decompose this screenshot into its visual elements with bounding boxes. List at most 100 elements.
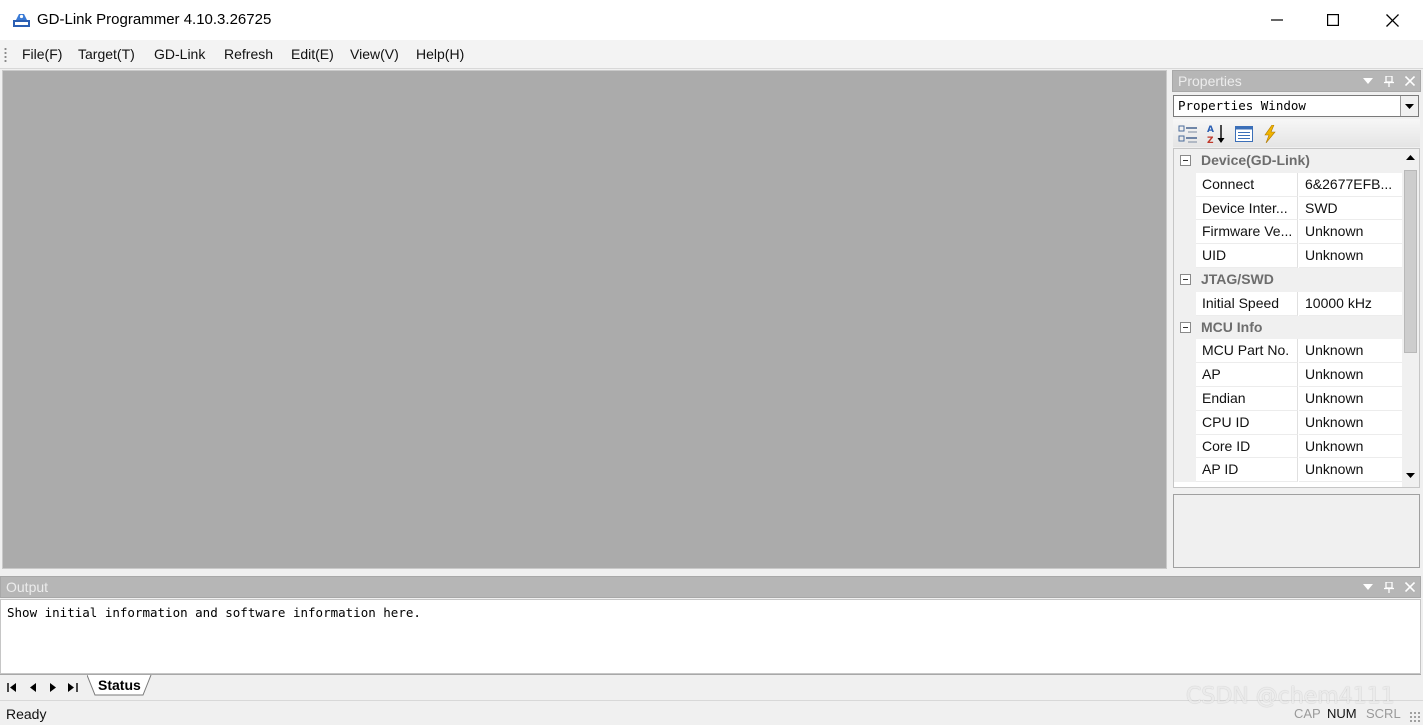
property-row[interactable]: CPU ID Unknown [1174,410,1402,435]
window-title: GD-Link Programmer 4.10.3.26725 [37,11,272,28]
output-menu-button[interactable] [1361,580,1375,594]
scroll-thumb[interactable] [1404,170,1417,353]
pin-button[interactable] [1382,74,1396,88]
property-row[interactable]: Endian Unknown [1174,386,1402,411]
collapse-icon[interactable] [1180,273,1191,285]
output-message: Show initial information and software in… [7,605,421,620]
dropdown-arrow-icon [1363,584,1373,590]
category-label: JTAG/SWD [1201,270,1274,287]
pin-icon [1384,581,1394,593]
output-text-area[interactable]: Show initial information and software in… [0,599,1421,674]
collapse-icon[interactable] [1180,155,1191,166]
menu-grip-handle[interactable] [4,47,7,62]
properties-header: Properties [1172,70,1421,92]
property-row[interactable]: AP Unknown [1174,363,1402,387]
selector-dropdown-button[interactable] [1400,96,1418,116]
property-row[interactable]: MCU Part No. Unknown [1174,339,1402,364]
row-gutter [1174,244,1196,268]
output-close-button[interactable] [1403,580,1417,594]
property-value[interactable]: Unknown [1299,387,1402,411]
property-value[interactable]: Unknown [1299,363,1402,387]
row-gutter [1174,196,1196,221]
svg-text:A: A [1207,125,1214,135]
menu-edit[interactable]: Edit(E) [289,45,336,64]
tab-status[interactable]: Status [87,674,153,696]
property-value[interactable]: Unknown [1299,458,1402,483]
property-value[interactable]: Unknown [1299,244,1402,268]
property-name: MCU Part No. [1196,339,1298,364]
csdn-watermark: CSDN @chem4111 [1186,684,1395,709]
properties-object-selector[interactable]: Properties Window [1173,95,1419,117]
property-value[interactable]: 6&2677EFB... [1299,173,1402,197]
property-category[interactable]: MCU Info [1174,315,1402,340]
next-icon [49,682,56,692]
property-row[interactable]: AP ID Unknown [1174,458,1402,483]
categorized-icon [1178,125,1197,143]
category-label: MCU Info [1201,318,1263,335]
dropdown-arrow-icon [1363,78,1373,84]
property-value[interactable]: 10000 kHz [1299,292,1402,316]
lightning-icon [1264,125,1276,143]
property-name: Endian [1196,386,1298,411]
property-value[interactable]: Unknown [1299,220,1402,245]
property-value[interactable]: SWD [1299,197,1402,221]
last-tab-button[interactable] [65,680,81,694]
menu-gd-link[interactable]: GD-Link [152,45,207,64]
property-name: Core ID [1196,434,1298,459]
property-grid: Device(GD-Link) Connect 6&2677EFB... Device… [1173,148,1420,488]
property-name: Firmware Ve... [1196,220,1298,245]
alphabetical-sort-icon: A Z [1207,125,1225,144]
minimize-button[interactable] [1248,0,1306,40]
menu-bar: File(F) Target(T) GD-Link Refresh Edit(E… [0,40,1423,69]
chevron-up-icon [1406,155,1415,160]
property-name: UID [1196,244,1298,268]
next-tab-button[interactable] [45,680,61,694]
output-header: Output [0,576,1421,598]
property-name: Connect [1196,172,1298,197]
property-pages-button[interactable] [1233,123,1255,145]
title-bar: GD-Link Programmer 4.10.3.26725 [0,0,1423,40]
property-category[interactable]: Device(GD-Link) [1174,149,1402,173]
categorized-button[interactable] [1177,123,1199,145]
menu-file[interactable]: File(F) [20,45,64,64]
close-button[interactable] [1363,0,1421,40]
first-tab-button[interactable] [4,680,20,694]
menu-view[interactable]: View(V) [348,45,401,64]
pane-close-button[interactable] [1403,74,1417,88]
output-title: Output [6,579,49,595]
menu-help[interactable]: Help(H) [414,45,466,64]
property-value[interactable]: Unknown [1299,339,1402,364]
maximize-icon [1327,14,1339,26]
close-icon [1405,582,1415,592]
property-name: Initial Speed [1196,291,1298,316]
events-button[interactable] [1259,123,1281,145]
close-icon [1405,76,1415,86]
property-name: CPU ID [1196,410,1298,435]
property-category[interactable]: JTAG/SWD [1174,267,1402,292]
property-value[interactable]: Unknown [1299,411,1402,435]
pane-menu-button[interactable] [1361,74,1375,88]
menu-target[interactable]: Target(T) [76,45,137,64]
property-row[interactable]: UID Unknown [1174,244,1402,268]
chevron-down-icon [1405,103,1414,109]
property-row[interactable]: Device Inter... SWD [1174,196,1402,221]
alphabetical-button[interactable]: A Z [1206,123,1228,145]
last-icon [68,682,78,692]
collapse-icon[interactable] [1180,321,1191,333]
scroll-down-button[interactable] [1402,467,1419,484]
property-row[interactable]: Firmware Ve... Unknown [1174,220,1402,245]
property-value[interactable]: Unknown [1299,435,1402,459]
property-row[interactable]: Initial Speed 10000 kHz [1174,291,1402,316]
svg-text:Z: Z [1207,136,1214,144]
menu-refresh[interactable]: Refresh [222,45,275,64]
property-row[interactable]: Connect 6&2677EFB... [1174,172,1402,197]
resize-grip[interactable] [1409,711,1421,723]
prev-tab-button[interactable] [24,680,40,694]
property-pages-icon [1235,126,1253,142]
property-row[interactable]: Core ID Unknown [1174,434,1402,459]
property-grid-scrollbar[interactable] [1402,149,1419,487]
output-pin-button[interactable] [1382,580,1396,594]
scroll-up-button[interactable] [1402,149,1419,166]
row-gutter [1174,458,1196,483]
maximize-button[interactable] [1304,0,1362,40]
